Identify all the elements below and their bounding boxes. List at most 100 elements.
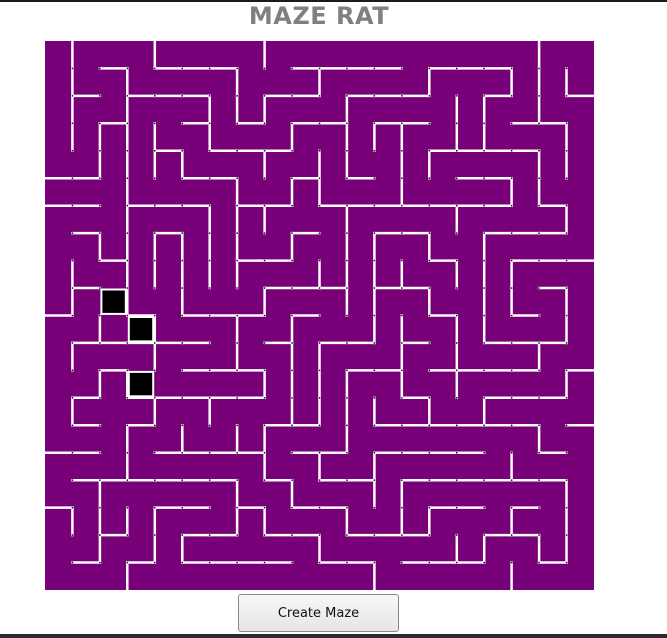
create-maze-button[interactable]: Create Maze [238, 594, 399, 632]
grid-dot [565, 177, 568, 179]
grid-dot [181, 397, 183, 399]
grid-dot [99, 287, 101, 289]
grid-dot [71, 561, 74, 564]
grid-dot [318, 424, 321, 427]
grid-dot [236, 561, 238, 564]
grid-dot [538, 479, 540, 481]
grid-dot [373, 479, 376, 481]
grid-dot [181, 177, 183, 179]
grid-dot [154, 397, 156, 399]
grid-dot [510, 479, 513, 481]
grid-dot [208, 561, 211, 564]
grid-dot [483, 259, 485, 262]
grid-dot [318, 452, 321, 454]
grid-dot [126, 342, 129, 344]
grid-dot [538, 232, 540, 234]
grid-dot [154, 122, 156, 125]
grid-dot [565, 287, 568, 289]
grid-dot [291, 232, 293, 234]
grid-dot [291, 369, 293, 372]
grid-dot [373, 204, 376, 207]
grid-dot [291, 314, 293, 317]
grid-dot [99, 314, 101, 317]
marked-cell[interactable] [100, 288, 127, 315]
grid-dot [154, 506, 156, 509]
grid-dot [428, 177, 431, 179]
grid-dot [263, 561, 266, 564]
grid-dot [428, 259, 431, 262]
grid-dot [126, 122, 129, 125]
grid-dot [373, 534, 376, 536]
grid-dot [346, 534, 348, 536]
grid-dot [263, 287, 266, 289]
grid-dot [346, 506, 348, 509]
grid-dot [291, 67, 293, 70]
grid-dot [538, 314, 540, 317]
grid-dot [208, 479, 211, 481]
grid-dot [510, 342, 513, 344]
grid-dot [346, 150, 348, 152]
grid-dot [154, 479, 156, 481]
grid-dot [208, 259, 211, 262]
grid-dot [236, 177, 238, 179]
grid-dot [126, 506, 129, 509]
grid-dot [71, 369, 74, 372]
grid-dot [263, 506, 266, 509]
grid-dot [236, 397, 238, 399]
grid-dot [126, 259, 129, 262]
grid-dot [318, 314, 321, 317]
grid-dot [538, 287, 540, 289]
grid-dot [318, 67, 321, 70]
grid-dot [71, 287, 74, 289]
grid-dot [401, 369, 403, 372]
marked-cell[interactable] [127, 370, 155, 398]
grid-dot [428, 287, 431, 289]
grid-dot [263, 259, 266, 262]
grid-dot [538, 67, 540, 70]
grid-dot [291, 534, 293, 536]
grid-dot [263, 342, 266, 344]
grid-dot [208, 67, 211, 70]
grid-dot [428, 67, 431, 70]
grid-dot [428, 150, 431, 152]
grid-dot [565, 342, 568, 344]
grid-dot [99, 232, 101, 234]
grid-dot [565, 424, 568, 427]
grid-dot [126, 150, 129, 152]
grid-dot [565, 452, 568, 454]
grid-dot [181, 150, 183, 152]
grid-dot [126, 287, 129, 289]
grid-dot [428, 342, 431, 344]
grid-dot [154, 204, 156, 207]
grid-dot [346, 397, 348, 399]
grid-dot [456, 232, 458, 234]
grid-dot [346, 452, 348, 454]
grid-dot [236, 204, 238, 207]
grid-dot [291, 287, 293, 289]
grid-dot [373, 122, 376, 125]
grid-dot [181, 314, 183, 317]
grid-dot [263, 177, 266, 179]
grid-dot [456, 342, 458, 344]
grid-dot [181, 369, 183, 372]
grid-dot [401, 232, 403, 234]
grid-dot [565, 204, 568, 207]
grid-dot [538, 204, 540, 207]
grid-dot [510, 95, 513, 97]
grid-dot [401, 424, 403, 427]
marked-cell[interactable] [127, 316, 155, 343]
grid-dot [208, 122, 211, 125]
grid-dot [126, 479, 129, 481]
grid-dot [318, 204, 321, 207]
grid-dot [428, 95, 431, 97]
grid-dot [154, 67, 156, 70]
grid-dot [456, 452, 458, 454]
grid-dot [208, 232, 211, 234]
grid-dot [483, 204, 485, 207]
grid-dot [236, 67, 238, 70]
grid-dot [71, 534, 74, 536]
grid-dot [99, 122, 101, 125]
grid-dot [236, 150, 238, 152]
grid-dot [99, 204, 101, 207]
grid-dot [538, 561, 540, 564]
